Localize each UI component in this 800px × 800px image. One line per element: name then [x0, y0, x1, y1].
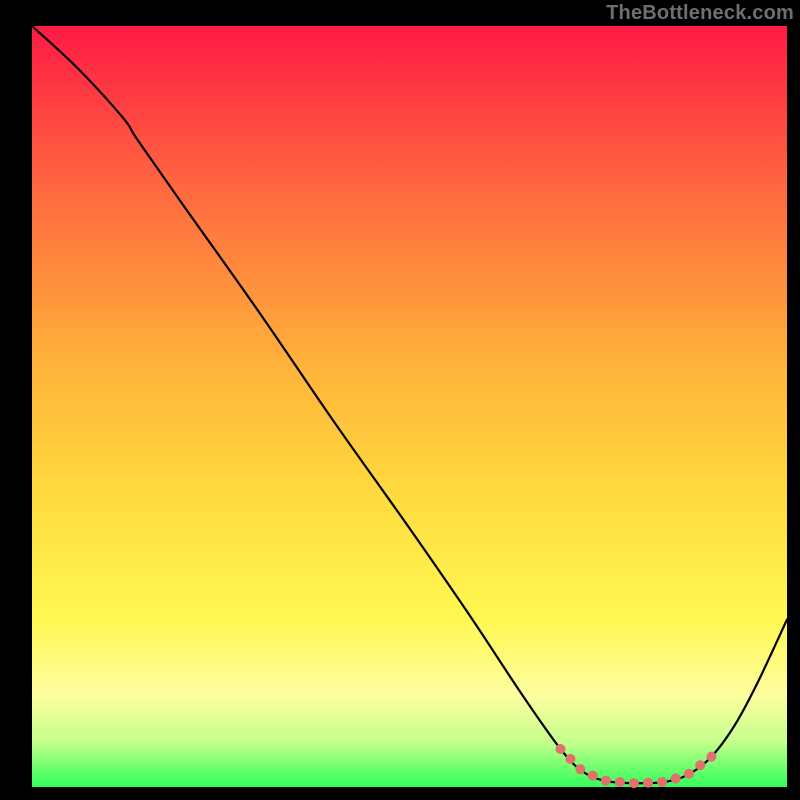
watermark-text: TheBottleneck.com: [606, 2, 794, 25]
chart-stage: TheBottleneck.com: [0, 0, 800, 800]
gradient-background: [32, 26, 787, 787]
chart-svg: [0, 0, 800, 800]
